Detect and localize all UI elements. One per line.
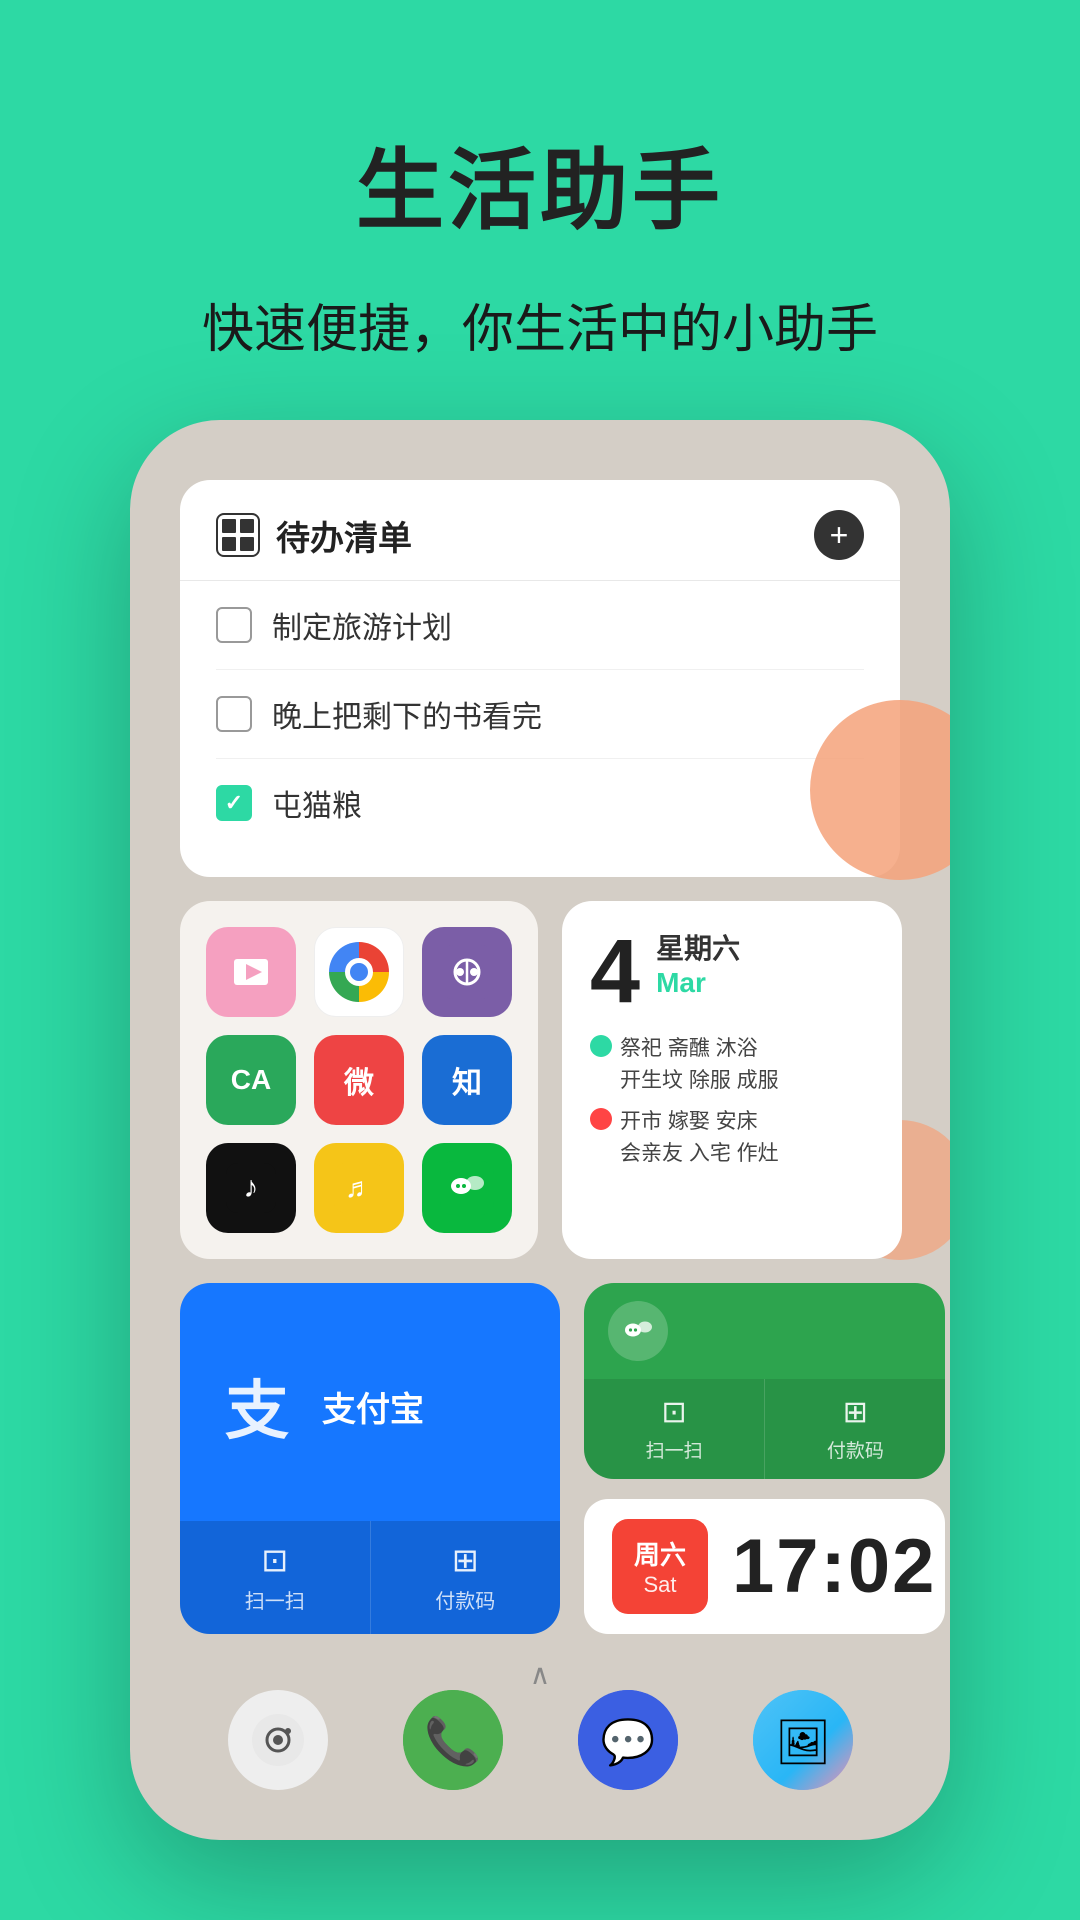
todo-title: 待办清单 — [276, 511, 412, 560]
calendar-date: 4 — [590, 927, 640, 1017]
todo-text-3: 屯猫粮 — [272, 781, 362, 825]
todo-text-1: 制定旅游计划 — [272, 603, 452, 647]
right-column: ⊡ 扫一扫 ⊞ 付款码 周六 Sat 17:02 — [584, 1283, 945, 1634]
alipay-top: 支 支付宝 — [180, 1283, 560, 1521]
svg-text:♪: ♪ — [244, 1171, 259, 1204]
wechat-top — [584, 1283, 945, 1379]
dock-gallery-icon[interactable]: 🖼 — [753, 1690, 853, 1790]
app-icon-wechat[interactable] — [422, 1143, 512, 1233]
alipay-pay-label: 付款码 — [435, 1585, 495, 1614]
app-icon-media[interactable] — [206, 927, 296, 1017]
wechat-logo — [608, 1301, 668, 1361]
todo-item-1[interactable]: 制定旅游计划 — [216, 581, 864, 669]
wechat-scan-label: 扫一扫 — [646, 1436, 703, 1463]
todo-grid-icon — [216, 513, 260, 557]
wechat-widget[interactable]: ⊡ 扫一扫 ⊞ 付款码 — [584, 1283, 945, 1479]
alipay-widget[interactable]: 支 支付宝 ⊡ 扫一扫 ⊞ 付款码 — [180, 1283, 560, 1634]
app-icon-tiktok[interactable]: ♪ — [206, 1143, 296, 1233]
app-icon-zhihu[interactable]: 知 — [422, 1035, 512, 1125]
todo-item-3[interactable]: 屯猫粮 — [216, 758, 864, 847]
phone-mockup: 待办清单 + 制定旅游计划 晚上把剩下的书看完 屯猫粮 — [130, 420, 950, 1840]
auspicious-text: 祭祀 斋醮 沐浴开生坟 除服 成服 — [620, 1033, 779, 1096]
todo-widget: 待办清单 + 制定旅游计划 晚上把剩下的书看完 屯猫粮 — [180, 480, 900, 877]
app-icon-chrome[interactable] — [314, 927, 404, 1017]
wechat-buttons: ⊡ 扫一扫 ⊞ 付款码 — [584, 1379, 945, 1479]
wechat-pay-label: 付款码 — [827, 1436, 884, 1463]
auspicious-dot — [590, 1035, 612, 1057]
calendar-day-info: 星期六 Mar — [656, 927, 740, 999]
todo-header: 待办清单 + — [216, 510, 864, 560]
scan-icon: ⊡ — [261, 1541, 288, 1579]
alipay-pay-button[interactable]: ⊞ 付款码 — [371, 1521, 561, 1634]
todo-text-2: 晚上把剩下的书看完 — [272, 692, 542, 736]
todo-header-left: 待办清单 — [216, 511, 412, 560]
chevron-up-icon: ∧ — [180, 1658, 900, 1691]
sub-title: 快速便捷，你生活中的小助手 — [0, 287, 1080, 362]
calendar-month: Mar — [656, 967, 740, 999]
bottom-row: 支 支付宝 ⊡ 扫一扫 ⊞ 付款码 — [180, 1283, 900, 1634]
clock-widget: 周六 Sat 17:02 — [584, 1499, 945, 1634]
clock-day-badge: 周六 Sat — [612, 1519, 708, 1614]
app-grid-widget: CA 微 知 ♪ ♬ — [180, 901, 538, 1259]
dock-messages-icon[interactable]: 💬 — [578, 1690, 678, 1790]
dock: 📞 💬 🖼 — [130, 1690, 950, 1790]
inauspicious-dot — [590, 1108, 612, 1130]
alipay-scan-button[interactable]: ⊡ 扫一扫 — [180, 1521, 371, 1634]
svg-text:🖼: 🖼 — [775, 1718, 831, 1767]
middle-row: CA 微 知 ♪ ♬ 4 星期六 Mar — [180, 901, 900, 1259]
alipay-logo: 支 — [212, 1361, 302, 1451]
svg-text:💬: 💬 — [600, 1717, 655, 1767]
calendar-inauspicious-row: 开市 嫁娶 安床会亲友 入宅 作灶 — [590, 1106, 874, 1169]
header: 生活助手 快速便捷，你生活中的小助手 — [0, 0, 1080, 362]
app-icon-ca[interactable]: CA — [206, 1035, 296, 1125]
svg-text:♬: ♬ — [345, 1172, 373, 1203]
app-icon-analytics[interactable] — [422, 927, 512, 1017]
app-icon-music[interactable]: ♬ — [314, 1143, 404, 1233]
main-title: 生活助手 — [0, 120, 1080, 247]
calendar-header: 4 星期六 Mar — [590, 927, 874, 1017]
dock-phone-icon[interactable]: 📞 — [403, 1690, 503, 1790]
todo-checkbox-3[interactable] — [216, 785, 252, 821]
dock-camera-icon[interactable] — [228, 1690, 328, 1790]
wechat-pay-icon: ⊞ — [843, 1395, 868, 1430]
clock-weekday-en: Sat — [643, 1572, 676, 1598]
todo-checkbox-1[interactable] — [216, 607, 252, 643]
calendar-widget: 4 星期六 Mar 祭祀 斋醮 沐浴开生坟 除服 成服 开市 嫁娶 安床会亲友 … — [562, 901, 902, 1259]
calendar-auspicious-row: 祭祀 斋醮 沐浴开生坟 除服 成服 — [590, 1033, 874, 1096]
app-icon-weibo[interactable]: 微 — [314, 1035, 404, 1125]
calendar-auspicious: 祭祀 斋醮 沐浴开生坟 除服 成服 开市 嫁娶 安床会亲友 入宅 作灶 — [590, 1033, 874, 1169]
wechat-scan-icon: ⊡ — [662, 1395, 687, 1430]
todo-checkbox-2[interactable] — [216, 696, 252, 732]
alipay-name: 支付宝 — [322, 1382, 424, 1431]
alipay-scan-label: 扫一扫 — [245, 1585, 305, 1614]
todo-item-2[interactable]: 晚上把剩下的书看完 — [216, 669, 864, 758]
alipay-buttons: ⊡ 扫一扫 ⊞ 付款码 — [180, 1521, 560, 1634]
wechat-pay-button[interactable]: ⊞ 付款码 — [765, 1379, 945, 1479]
pay-icon: ⊞ — [452, 1541, 479, 1579]
inauspicious-text: 开市 嫁娶 安床会亲友 入宅 作灶 — [620, 1106, 779, 1169]
clock-weekday-cn: 周六 — [634, 1535, 686, 1572]
todo-add-button[interactable]: + — [814, 510, 864, 560]
calendar-weekday: 星期六 — [656, 927, 740, 967]
svg-text:📞: 📞 — [424, 1712, 482, 1768]
clock-time: 17:02 — [732, 1523, 936, 1610]
wechat-scan-button[interactable]: ⊡ 扫一扫 — [584, 1379, 765, 1479]
